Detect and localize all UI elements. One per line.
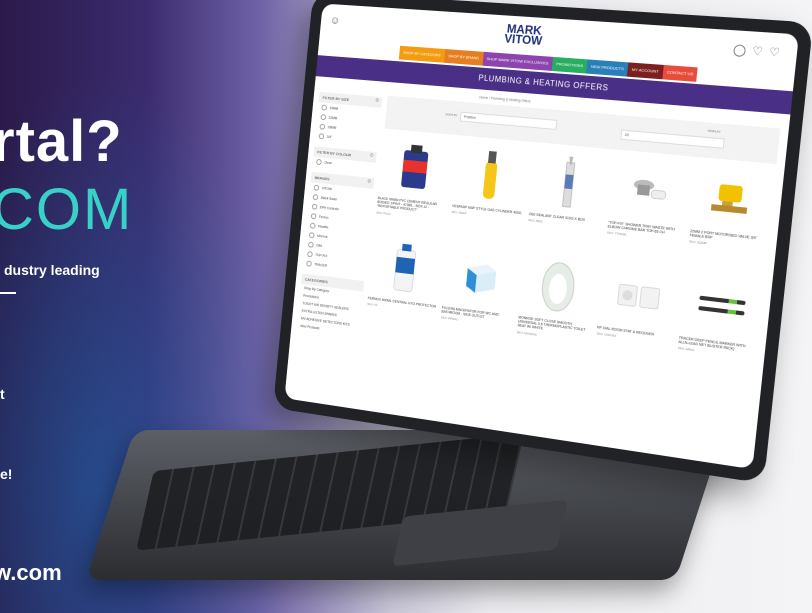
promo-heading-2: COM	[0, 177, 134, 242]
product-card[interactable]: FERNOX 500ML CENTRAL HTG PROTECTOR SKU: F…	[365, 237, 443, 340]
brand-option-label: Black Swan	[320, 195, 338, 202]
product-image[interactable]	[529, 150, 608, 215]
product-grid: BLACK SWAN PVC CEMENT REGULAR BODIED 1/P…	[365, 136, 776, 383]
brand-option-label: Monroe	[316, 233, 328, 239]
radio-icon[interactable]	[308, 232, 315, 239]
radio-icon[interactable]	[307, 241, 314, 248]
sort-label: SORT BY	[445, 112, 458, 118]
brand-option-label: TRACER	[314, 262, 328, 268]
radio-icon[interactable]	[318, 133, 325, 140]
product-image[interactable]	[368, 237, 442, 301]
product-image[interactable]	[453, 143, 530, 207]
radio-icon[interactable]	[307, 251, 313, 258]
product-image[interactable]	[378, 136, 452, 199]
radio-icon[interactable]	[310, 213, 317, 220]
product-image[interactable]	[598, 263, 680, 331]
nav-item[interactable]: PROMOTIONS	[551, 56, 588, 74]
user-icon[interactable]: ☺	[329, 15, 340, 27]
nav-item[interactable]: MY ACCOUNT	[627, 62, 664, 80]
colour-filter: FILTER BY COLOUR ⊖ Clear	[312, 146, 377, 172]
header-icons: ◯♡♡	[732, 43, 787, 60]
size-option-label: 22MM	[328, 115, 338, 121]
radio-icon[interactable]	[321, 104, 328, 111]
product-card[interactable]: "TOP-FIX" SHOWER TRAY WASTE WITH ELBOW C…	[605, 158, 691, 266]
radio-icon[interactable]	[311, 203, 318, 210]
product-image[interactable]	[609, 158, 691, 225]
product-card[interactable]: BLACK SWAN PVC CEMENT REGULAR BODIED 1/P…	[374, 136, 452, 238]
promo-text-2: t	[0, 386, 5, 402]
product-card[interactable]: OBJ SEALANT CLEAR 310G X BOX SKU: 0BJC	[525, 150, 608, 256]
radio-icon[interactable]	[319, 123, 326, 130]
size-option-label: 3/4"	[326, 134, 333, 140]
radio-icon[interactable]	[312, 194, 319, 201]
product-image[interactable]	[691, 165, 776, 233]
nav-item[interactable]: NEW PRODUCTS	[586, 59, 629, 77]
product-card[interactable]: MONROE SOFT CLOSE SMOOTH UNIVERSAL 3.6 T…	[515, 254, 598, 361]
toggle-icon[interactable]: ⊖	[375, 98, 379, 104]
toggle-icon[interactable]: ⊖	[367, 178, 371, 184]
nav-item[interactable]: CONTACT US	[662, 64, 699, 82]
product-image[interactable]	[442, 245, 519, 311]
radio-icon[interactable]	[313, 184, 320, 191]
product-image[interactable]	[519, 254, 598, 321]
radio-icon[interactable]	[309, 222, 316, 229]
brand-option-label: OBJ	[315, 243, 323, 248]
brand-option-label: TOP-FIX	[315, 252, 328, 259]
promo-text-3: e!	[0, 466, 13, 482]
promo-url: w.com	[0, 560, 62, 585]
brand-option-label: Flowflix	[317, 224, 329, 230]
promo-text-1: dustry leading	[4, 262, 100, 278]
colour-option-label: Clear	[324, 160, 332, 166]
product-card[interactable]: FILLERA MACERATOR FOR WC AND BATHROOM - …	[439, 245, 519, 350]
promo-heading-1: rtal?	[0, 109, 123, 174]
brand-option-label: Fernox	[318, 214, 329, 220]
nav-item[interactable]: SHOP BY CATEGORY	[398, 45, 446, 63]
product-card[interactable]: 22MM 2 PORT MOTORISED VALVE 3/4" FEMALE …	[686, 165, 775, 275]
toggle-icon[interactable]: ⊖	[370, 152, 374, 158]
promo-dash	[0, 292, 16, 294]
brand-option-label: VITOW	[321, 186, 333, 192]
product-card[interactable]: RF DIAL ROOM STAT & RECEIVER SKU: CPAO63	[594, 263, 680, 372]
logo-bottom: VITOW	[503, 31, 543, 48]
radio-icon[interactable]	[320, 114, 327, 121]
radio-icon[interactable]	[306, 260, 312, 267]
product-area: SORT BY Position DISPLAY 20 BLACK SWAN P…	[365, 95, 781, 383]
site-logo[interactable]: MARK VITOW	[503, 22, 544, 48]
size-option-label: 28MM	[327, 125, 337, 130]
tablet-device: ☺ MARK VITOW ◯♡♡ SHOP BY CATEGORY SHOP BY…	[272, 0, 812, 484]
nav-item[interactable]: SHOP BY BRAND	[443, 49, 484, 66]
account-icon[interactable]: ◯	[732, 44, 753, 58]
wishlist-icon[interactable]: ♡	[752, 45, 770, 59]
product-image[interactable]	[679, 272, 763, 341]
tablet-screen: ☺ MARK VITOW ◯♡♡ SHOP BY CATEGORY SHOP BY…	[284, 3, 799, 470]
breadcrumb[interactable]: Home / Plumbing & Heating Offers	[479, 95, 531, 103]
brand-filter: BRANDS ⊖ VITOW Black Swan EPH Controls Ferno…	[302, 171, 375, 275]
sort-select[interactable]: Position	[459, 111, 558, 130]
radio-icon[interactable]	[316, 158, 322, 166]
display-label: DISPLAY	[707, 128, 721, 134]
size-filter: FILTER BY SIZE ⊖ 15MM 22MM 28MM 3/4"	[315, 91, 383, 147]
product-card[interactable]: TRACER DEEP PENCIL MARKER WITH ALLN-LEAD…	[675, 272, 764, 383]
cart-icon[interactable]: ♡	[768, 46, 786, 60]
size-option-label: 15MM	[329, 106, 339, 111]
category-list: CATEGORIES Shop By Category Promotions TOI…	[296, 273, 365, 337]
product-card[interactable]: VESPASP MAP STYLE GAS CYLINDER 400G SKU: …	[449, 143, 530, 247]
brand-option-label: EPH Controls	[319, 205, 339, 212]
